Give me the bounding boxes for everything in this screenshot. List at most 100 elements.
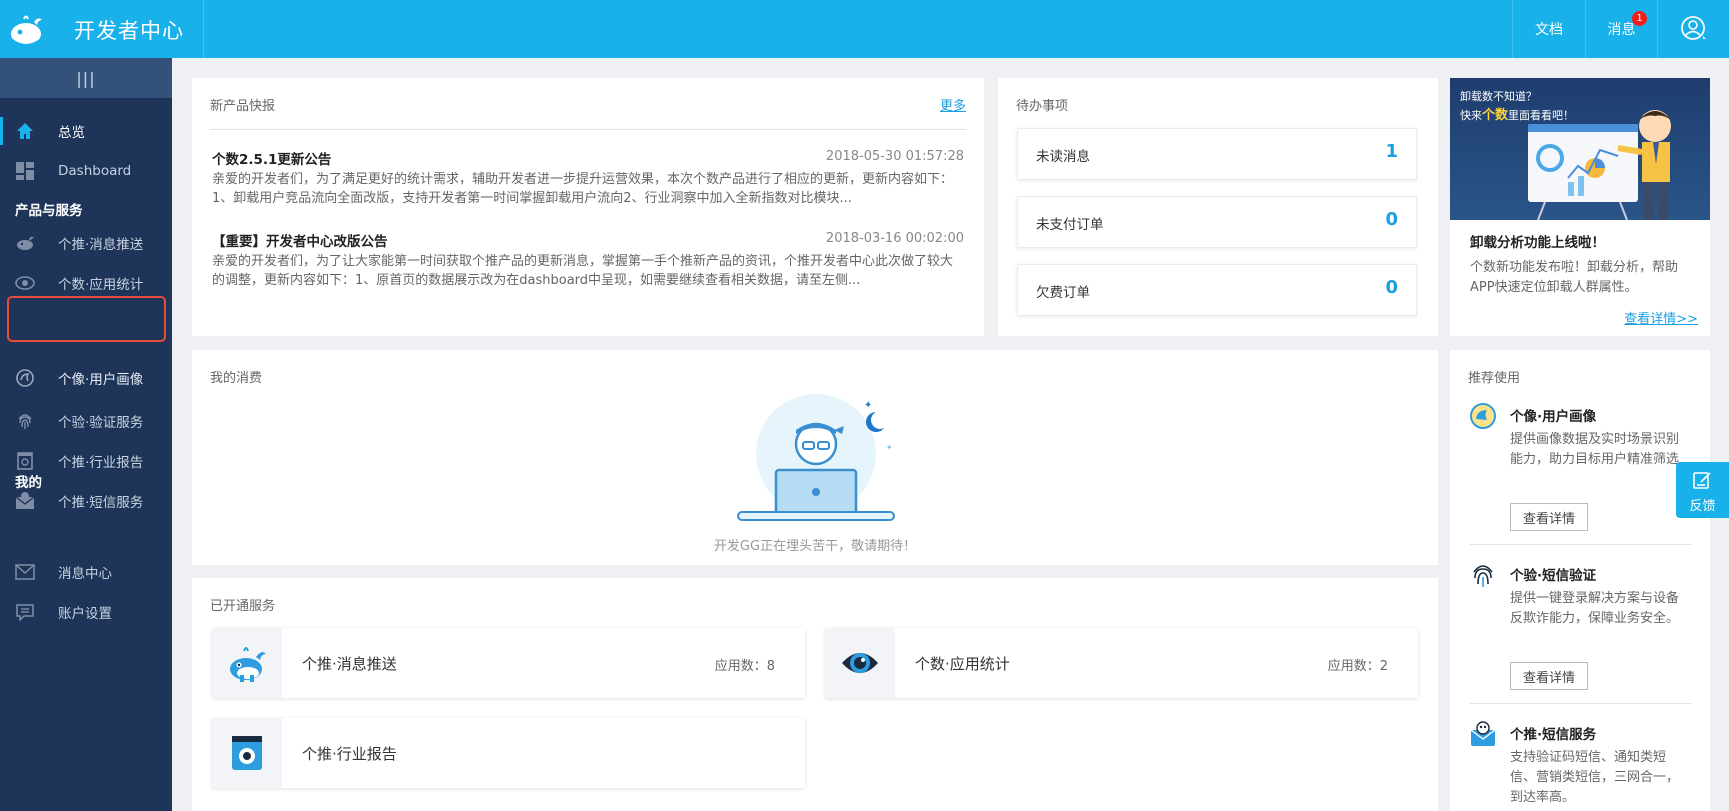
message-badge: 1 xyxy=(1632,11,1647,26)
messages-link[interactable]: 消息 1 xyxy=(1585,0,1657,58)
promo-title: 卸载分析功能上线啦！ xyxy=(1470,235,1605,251)
promo-banner[interactable]: 卸载数不知道？ 快来个数里面看看吧！ xyxy=(1450,78,1710,220)
service-card-push[interactable]: 个推·消息推送 应用数：8 xyxy=(212,628,805,698)
recommend-divider xyxy=(1470,544,1692,545)
service-icon-box xyxy=(825,628,895,698)
todo-panel: 待办事项 未读消息 1 未支付订单 0 欠费订单 0 xyxy=(998,78,1438,336)
edit-icon xyxy=(1693,472,1711,489)
consumption-panel-title: 我的消费 xyxy=(210,371,263,386)
sms-icon xyxy=(1470,721,1496,746)
top-right-nav: 文档 消息 1 xyxy=(1512,0,1729,58)
todo-item-unpaid[interactable]: 未支付订单 0 xyxy=(1017,196,1417,248)
service-icon-box xyxy=(212,628,282,698)
messages-label: 消息 xyxy=(1607,22,1636,38)
todo-item-label: 欠费订单 xyxy=(1036,285,1090,301)
news-more-link[interactable]: 更多 xyxy=(940,95,966,114)
recommend-item-verify: 个验·短信验证 提供一键登录解决方案与设备反欺诈能力，保障业务安全。 查看详情 xyxy=(1470,562,1700,692)
developer-working-illustration-icon: ✦ ✦ xyxy=(737,394,895,521)
whale-logo-icon xyxy=(11,15,42,46)
news-panel: 新产品快报 更多 个数2.5.1更新公告 2018-05-30 01:57:28… xyxy=(192,78,984,336)
service-app-count: 应用数：2 xyxy=(1327,659,1388,674)
user-menu[interactable] xyxy=(1657,0,1729,58)
service-icon-box xyxy=(212,718,282,788)
recommend-item-desc: 提供一键登录解决方案与设备反欺诈能力，保障业务安全。 xyxy=(1510,591,1680,626)
fingerprint-icon xyxy=(1473,565,1493,587)
promo-illustration-icon xyxy=(1528,110,1671,220)
promo-details-link[interactable]: 查看详情>> xyxy=(1624,308,1698,327)
recommend-panel-title: 推荐使用 xyxy=(1468,371,1521,386)
fingerprint-icon xyxy=(14,410,36,432)
recommend-item-sms: 个推·短信服务 支持验证码短信、通知类短信、营销类短信，三网合一，到达率高。 xyxy=(1470,721,1700,811)
recommend-item-portrait: 个像·用户画像 提供画像数据及实时场景识别能力，助力目标用户精准筛选 查看详情 xyxy=(1470,403,1700,533)
sidebar-item-label: 个推·行业报告 xyxy=(58,455,144,471)
news-item[interactable]: 【重要】开发者中心改版公告 2018-03-16 00:02:00 亲爱的开发者… xyxy=(212,230,964,290)
report-icon xyxy=(14,450,36,472)
sidebar-item-portrait[interactable]: 个像·用户画像 xyxy=(0,360,172,396)
dashboard-icon xyxy=(14,160,36,182)
sidebar-item-label: 个推·短信服务 xyxy=(58,495,144,511)
docs-link[interactable]: 文档 xyxy=(1512,0,1585,58)
user-avatar-icon xyxy=(1680,16,1706,40)
promo-panel: 卸载数不知道？ 快来个数里面看看吧！ 卸载分析功能上线啦！ 个数新功能发布啦！卸… xyxy=(1450,78,1710,336)
collapse-icon: ||| xyxy=(76,68,96,88)
todo-item-count: 1 xyxy=(1385,141,1398,162)
recommend-item-desc: 支持验证码短信、通知类短信、营销类短信，三网合一，到达率高。 xyxy=(1510,750,1680,805)
eye-icon xyxy=(14,272,36,294)
sidebar-item-account-settings[interactable]: 账户设置 xyxy=(0,594,172,630)
feedback-button[interactable]: 反馈 xyxy=(1676,462,1729,518)
report-icon xyxy=(232,736,262,770)
news-item[interactable]: 个数2.5.1更新公告 2018-05-30 01:57:28 亲爱的开发者们，… xyxy=(212,148,964,208)
service-card-report[interactable]: 个推·行业报告 xyxy=(212,718,805,788)
sidebar-item-label: 账户设置 xyxy=(58,606,112,622)
consumption-placeholder-text: 开发GG正在埋头苦干，敬请期待！ xyxy=(713,539,917,554)
recommend-item-title: 个像·用户画像 xyxy=(1510,409,1597,425)
view-details-button[interactable]: 查看详情 xyxy=(1510,662,1588,690)
push-whale-icon xyxy=(14,232,36,254)
news-item-time: 2018-05-30 01:57:28 xyxy=(825,149,964,164)
recommend-item-desc: 提供画像数据及实时场景识别能力，助力目标用户精准筛选 xyxy=(1510,432,1680,467)
portrait-icon xyxy=(1470,403,1496,429)
services-panel: 已开通服务 个推·消息推送 应用数：8 个数·应用统计 应用数：2 个推·行业报… xyxy=(192,578,1438,811)
feedback-label: 反馈 xyxy=(1689,499,1716,514)
todo-item-label: 未支付订单 xyxy=(1036,217,1104,233)
sidebar-item-dashboard[interactable]: Dashboard xyxy=(0,153,172,189)
sms-icon xyxy=(14,490,36,512)
recommend-item-title: 个推·短信服务 xyxy=(1510,727,1597,743)
settings-icon xyxy=(14,601,36,623)
service-name: 个推·行业报告 xyxy=(302,745,397,763)
svg-text:✦: ✦ xyxy=(864,400,872,411)
svg-text:✦: ✦ xyxy=(886,443,893,452)
sidebar-collapse-button[interactable]: ||| xyxy=(0,58,172,98)
view-details-button[interactable]: 查看详情 xyxy=(1510,503,1588,531)
service-app-count: 应用数：8 xyxy=(714,659,775,674)
todo-item-overdue[interactable]: 欠费订单 0 xyxy=(1017,264,1417,316)
top-bar: 开发者中心 文档 消息 1 xyxy=(0,0,1729,58)
sidebar-item-label: 总览 xyxy=(58,125,85,141)
todo-item-unread[interactable]: 未读消息 1 xyxy=(1017,128,1417,180)
service-card-stats[interactable]: 个数·应用统计 应用数：2 xyxy=(825,628,1418,698)
news-item-title[interactable]: 个数2.5.1更新公告 xyxy=(212,152,331,168)
news-item-body: 亲爱的开发者们，为了让大家能第一时间获取个推产品的更新消息，掌握第一手个推新产品… xyxy=(212,254,954,288)
todo-panel-title: 待办事项 xyxy=(1016,99,1069,114)
push-whale-icon xyxy=(230,647,266,682)
logo-area[interactable]: 开发者中心 xyxy=(0,0,204,58)
home-icon xyxy=(14,120,36,142)
sidebar-item-message-center[interactable]: 消息中心 xyxy=(0,554,172,590)
sidebar-item-label: 个数·应用统计 xyxy=(58,277,144,293)
promo-desc: 个数新功能发布啦！卸载分析，帮助APP快速定位卸载人群属性。 xyxy=(1470,260,1679,295)
news-item-body: 亲爱的开发者们，为了满足更好的统计需求，辅助开发者进一步提升运营效果，本次个数产… xyxy=(212,172,954,206)
sidebar-item-label: 个像·用户画像 xyxy=(58,372,144,388)
eye-icon xyxy=(842,653,878,673)
sidebar-section-mine: 我的 xyxy=(15,475,42,491)
todo-item-label: 未读消息 xyxy=(1036,149,1090,165)
sidebar-item-verify[interactable]: 个验·验证服务 xyxy=(0,403,172,439)
sidebar-item-overview[interactable]: 总览 xyxy=(0,113,172,149)
todo-item-count: 0 xyxy=(1385,209,1398,230)
sidebar-item-label: 个验·验证服务 xyxy=(58,415,144,431)
portrait-icon xyxy=(14,367,36,389)
sidebar-item-label: 个推·消息推送 xyxy=(58,237,144,253)
sidebar-item-push[interactable]: 个推·消息推送 xyxy=(0,225,172,261)
sidebar-section-products: 产品与服务 xyxy=(15,203,83,219)
news-item-title[interactable]: 【重要】开发者中心改版公告 xyxy=(212,234,388,250)
sidebar-item-label: 消息中心 xyxy=(58,566,112,582)
